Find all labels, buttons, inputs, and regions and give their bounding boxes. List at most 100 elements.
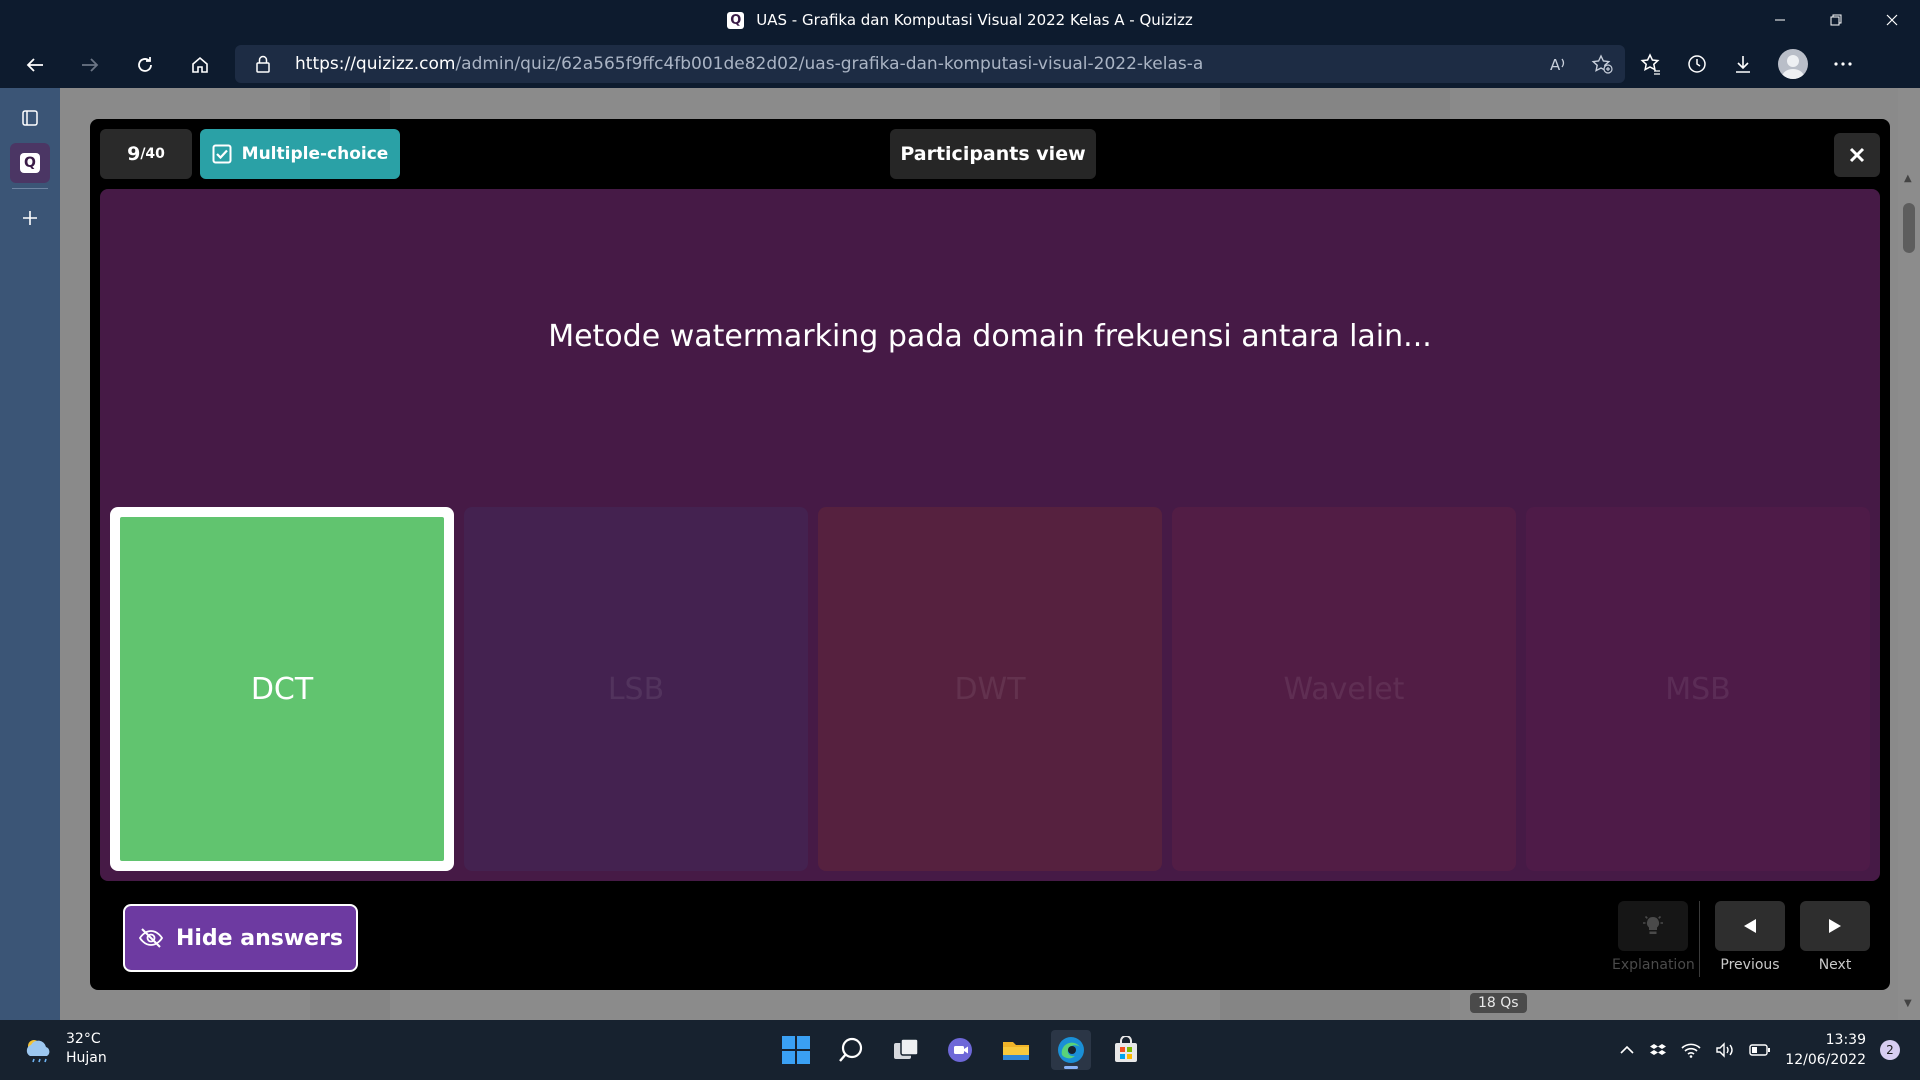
refresh-button[interactable] xyxy=(128,48,162,82)
read-aloud-icon[interactable]: A xyxy=(1549,55,1569,73)
hide-answers-button[interactable]: Hide answers xyxy=(123,904,358,972)
scroll-up-arrow-icon[interactable]: ▲ xyxy=(1904,173,1912,184)
answer-option-2-label: LSB xyxy=(607,671,665,707)
system-tray: 13:39 12/06/2022 2 xyxy=(1619,1020,1900,1080)
profile-avatar[interactable] xyxy=(1778,49,1808,79)
window-title: Q UAS - Grafika dan Komputasi Visual 202… xyxy=(0,0,1920,40)
url-path: /admin/quiz/62a565f9ffc4fb001de82d02/uas… xyxy=(455,54,1204,74)
answer-option-3-label: DWT xyxy=(954,671,1026,707)
explanation-button[interactable]: Explanation xyxy=(1612,901,1695,973)
search-button[interactable] xyxy=(831,1030,871,1070)
battery-icon[interactable] xyxy=(1749,1043,1771,1057)
eye-slash-icon xyxy=(138,928,163,948)
question-counter: 9/40 xyxy=(100,129,192,179)
question-type-badge: Multiple-choice xyxy=(200,129,400,179)
answer-option-4: Wavelet xyxy=(1172,507,1516,871)
volume-icon[interactable] xyxy=(1715,1042,1735,1058)
triangle-left-icon xyxy=(1744,919,1756,933)
forward-button[interactable] xyxy=(73,48,107,82)
start-button[interactable] xyxy=(776,1030,816,1070)
next-button[interactable]: Next xyxy=(1800,901,1870,973)
close-icon xyxy=(1849,147,1865,163)
answer-option-4-label: Wavelet xyxy=(1283,671,1405,707)
tab-actions-button[interactable] xyxy=(10,98,50,138)
questions-count-badge: 18 Qs xyxy=(1470,993,1527,1013)
minimize-button[interactable] xyxy=(1752,0,1808,40)
dropbox-icon[interactable] xyxy=(1649,1042,1667,1058)
more-menu-button[interactable] xyxy=(1832,53,1854,75)
clock-date: 12/06/2022 xyxy=(1785,1052,1866,1068)
store-icon xyxy=(1115,1036,1137,1062)
url-host: https://quizizz.com xyxy=(295,54,456,74)
triangle-right-icon xyxy=(1829,919,1841,933)
restore-icon xyxy=(1830,14,1842,26)
task-view-button[interactable] xyxy=(886,1030,926,1070)
favorites-button[interactable] xyxy=(1640,53,1662,75)
chat-camera-icon xyxy=(948,1038,972,1062)
scrollbar-thumb[interactable] xyxy=(1903,203,1915,253)
refresh-icon xyxy=(138,57,152,72)
add-favorite-icon[interactable] xyxy=(1591,54,1613,74)
weather-temperature: 32°C xyxy=(66,1031,101,1047)
new-tab-button[interactable] xyxy=(10,198,50,238)
windows-logo-icon xyxy=(782,1036,810,1064)
home-icon xyxy=(192,56,208,73)
quizizz-favicon-icon: Q xyxy=(727,11,745,29)
browser-title-bar: Q UAS - Grafika dan Komputasi Visual 202… xyxy=(0,0,1920,40)
answer-option-5-label: MSB xyxy=(1665,671,1731,707)
question-type-label: Multiple-choice xyxy=(241,144,389,164)
close-icon xyxy=(1886,14,1898,26)
lock-icon[interactable] xyxy=(255,55,271,73)
clock[interactable]: 13:39 12/06/2022 xyxy=(1785,1030,1866,1070)
url-text[interactable]: https://quizizz.com/admin/quiz/62a565f9f… xyxy=(295,45,1203,83)
checkbox-icon xyxy=(212,144,232,164)
tab-quizizz[interactable]: Q xyxy=(10,143,50,183)
page-scrollbar[interactable]: ▲ ▼ xyxy=(1898,88,1920,1020)
answer-option-2: LSB xyxy=(464,507,808,871)
answer-option-3: DWT xyxy=(818,507,1162,871)
windows-taskbar: 32°C Hujan 13:39 12/06/2022 2 xyxy=(0,1020,1920,1080)
folder-icon xyxy=(1003,1042,1029,1060)
edge-icon xyxy=(1058,1037,1084,1063)
tab-actions-icon xyxy=(22,110,38,126)
question-preview-modal: 9/40 Multiple-choice Participants view M… xyxy=(90,119,1890,990)
back-button[interactable] xyxy=(18,48,52,82)
rain-cloud-icon xyxy=(26,1040,50,1063)
downloads-button[interactable] xyxy=(1732,53,1754,75)
history-button[interactable] xyxy=(1686,53,1708,75)
answer-option-1: DCT xyxy=(110,507,454,871)
weather-widget[interactable]: 32°C Hujan xyxy=(22,1030,107,1068)
browser-toolbar: https://quizizz.com/admin/quiz/62a565f9f… xyxy=(0,40,1920,88)
window-title-text: UAS - Grafika dan Komputasi Visual 2022 … xyxy=(756,11,1193,29)
microsoft-store-button[interactable] xyxy=(1106,1030,1146,1070)
restore-button[interactable] xyxy=(1808,0,1864,40)
notification-badge[interactable]: 2 xyxy=(1880,1040,1900,1060)
home-button[interactable] xyxy=(183,48,217,82)
previous-label: Previous xyxy=(1720,957,1780,973)
answer-option-1-label: DCT xyxy=(250,671,314,707)
address-bar[interactable]: https://quizizz.com/admin/quiz/62a565f9f… xyxy=(235,45,1625,83)
answer-option-5: MSB xyxy=(1526,507,1870,871)
plus-icon xyxy=(23,211,37,225)
download-icon xyxy=(1736,56,1750,73)
file-explorer-button[interactable] xyxy=(996,1030,1036,1070)
vertical-tab-strip: Q xyxy=(0,88,60,1020)
hide-answers-label: Hide answers xyxy=(175,925,344,951)
teams-chat-button[interactable] xyxy=(941,1030,981,1070)
weather-description: Hujan xyxy=(66,1050,107,1066)
question-area: Metode watermarking pada domain frekuens… xyxy=(100,189,1880,881)
arrow-right-icon xyxy=(82,58,99,72)
participants-view-button[interactable]: Participants view xyxy=(890,129,1096,179)
previous-button[interactable]: Previous xyxy=(1715,901,1785,973)
edge-browser-button[interactable] xyxy=(1051,1030,1091,1070)
explanation-label: Explanation xyxy=(1612,957,1695,973)
close-modal-button[interactable] xyxy=(1834,133,1880,177)
chevron-up-icon[interactable] xyxy=(1619,1042,1635,1058)
participants-view-label: Participants view xyxy=(900,143,1086,165)
minimize-icon xyxy=(1775,19,1785,21)
wifi-icon[interactable] xyxy=(1681,1042,1701,1058)
close-window-button[interactable] xyxy=(1864,0,1920,40)
lightbulb-icon xyxy=(1643,915,1664,934)
clock-time: 13:39 xyxy=(1825,1032,1866,1048)
scroll-down-arrow-icon[interactable]: ▼ xyxy=(1904,998,1912,1009)
